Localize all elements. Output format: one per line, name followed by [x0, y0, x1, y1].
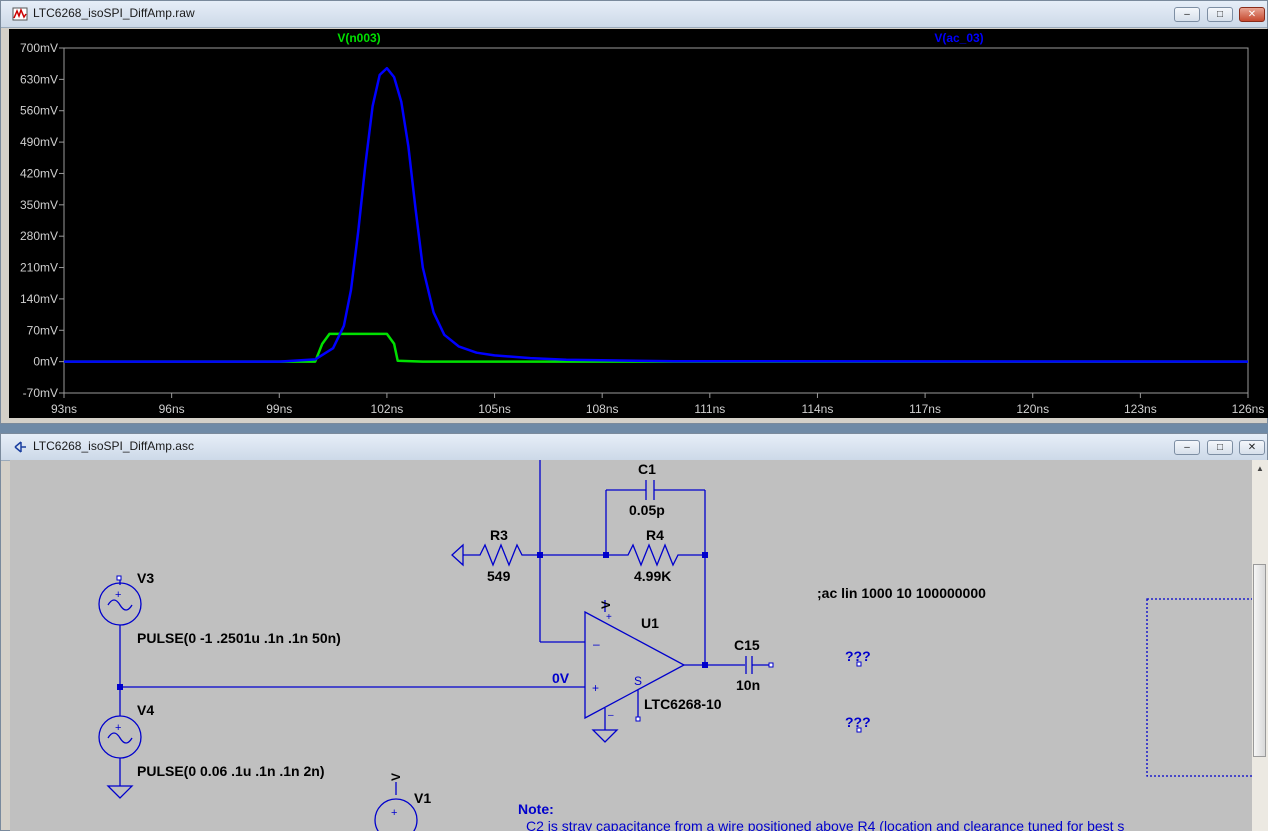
- schematic-drawing[interactable]: – + + – S + + + V V C1 0.05p R3 549 R4 4…: [10, 460, 1252, 831]
- minimize-button[interactable]: –: [1174, 7, 1200, 22]
- waveform-plot-pane[interactable]: 700mV 630mV 560mV 490mV 420mV 350mV 280mV 210mV…: [9, 29, 1268, 418]
- series-line-V(n003): [64, 332, 1248, 363]
- maximize-button[interactable]: □: [1207, 440, 1233, 455]
- v3-name: V3: [137, 570, 154, 586]
- y-tick-label: 0mV: [33, 355, 58, 369]
- y-tick-label: 560mV: [20, 104, 58, 118]
- y-tick-label: 350mV: [20, 198, 58, 212]
- opamp-supply-label: V: [599, 601, 613, 609]
- x-tick-label: 111ns: [694, 402, 725, 416]
- r4-value: 4.99K: [634, 568, 671, 584]
- u1-name: U1: [641, 615, 659, 631]
- schematic-app-icon: [14, 441, 26, 453]
- x-tick-label: 93ns: [51, 402, 77, 416]
- note-title[interactable]: Note:: [518, 801, 554, 817]
- waveform-app-icon: [12, 7, 28, 21]
- y-tick-label: 210mV: [20, 261, 58, 275]
- v1-supply-label: V: [389, 773, 403, 781]
- v3-value: PULSE(0 -1 .2501u .1n .1n 50n): [137, 630, 341, 646]
- r4-name: R4: [646, 527, 664, 543]
- schematic-vertical-scrollbar[interactable]: ▲: [1252, 460, 1268, 831]
- x-tick-label: 102ns: [371, 402, 404, 416]
- minimize-button[interactable]: –: [1174, 440, 1200, 455]
- unknown-symbol-label[interactable]: ???: [845, 714, 871, 730]
- x-tick-label: 108ns: [586, 402, 619, 416]
- c15-name: C15: [734, 637, 760, 653]
- y-tick-label: 420mV: [20, 166, 58, 180]
- plot-window-titlebar[interactable]: LTC6268_isoSPI_DiffAmp.raw – □ ✕: [1, 1, 1267, 28]
- y-tick-label: 140mV: [20, 292, 58, 306]
- series-line-V(ac_03): [64, 66, 1249, 363]
- x-tick-label: 120ns: [1016, 402, 1049, 416]
- v4-value: PULSE(0 0.06 .1u .1n .1n 2n): [137, 763, 325, 779]
- opamp-supply-minus-label: –: [608, 710, 614, 721]
- c15-value: 10n: [736, 677, 760, 693]
- y-tick-label: 70mV: [27, 323, 58, 337]
- y-tick-label: -70mV: [23, 386, 58, 400]
- note-text[interactable]: C2 is stray capacitance from a wire posi…: [526, 818, 1124, 831]
- x-tick-label: 114ns: [802, 402, 834, 416]
- y-tick-label: 280mV: [20, 229, 58, 243]
- waveform-chart[interactable]: 700mV 630mV 560mV 490mV 420mV 350mV 280mV 210mV…: [9, 29, 1268, 418]
- x-tick-label: 126ns: [1232, 402, 1265, 416]
- y-tick-label: 700mV: [20, 41, 58, 55]
- close-button[interactable]: ✕: [1239, 440, 1265, 455]
- v3-plus-label: +: [115, 589, 121, 601]
- opamp-supply-plus-label: +: [606, 612, 612, 623]
- schematic-window-title: LTC6268_isoSPI_DiffAmp.asc: [33, 439, 194, 453]
- plot-frame: [63, 47, 1249, 394]
- unknown-symbol-label[interactable]: ???: [845, 648, 871, 664]
- opamp-shdn-pin-label: S: [634, 674, 642, 688]
- r3-name: R3: [490, 527, 508, 543]
- v1-name: V1: [414, 790, 431, 806]
- v1-plus-label: +: [391, 807, 397, 819]
- x-tick-label: 99ns: [266, 402, 292, 416]
- legend-entry: V(ac_03): [934, 31, 983, 45]
- net-label-0v[interactable]: 0V: [552, 670, 570, 686]
- scroll-up-arrow-icon[interactable]: ▲: [1255, 464, 1265, 474]
- close-button[interactable]: ✕: [1239, 7, 1265, 22]
- spice-directive[interactable]: ;ac lin 1000 10 100000000: [817, 585, 986, 601]
- x-tick-label: 117ns: [909, 402, 941, 416]
- x-tick-label: 105ns: [478, 402, 511, 416]
- u1-value: LTC6268-10: [644, 696, 722, 712]
- scrollbar-thumb[interactable]: [1253, 564, 1266, 757]
- c1-value: 0.05p: [629, 502, 665, 518]
- maximize-button[interactable]: □: [1207, 7, 1233, 22]
- c1-name: C1: [638, 461, 656, 477]
- plot-window-title: LTC6268_isoSPI_DiffAmp.raw: [33, 6, 195, 20]
- schematic-canvas[interactable]: – + + – S + + + V V C1 0.05p R3 549 R4 4…: [10, 460, 1252, 831]
- opamp-plus-pin-label: +: [592, 681, 599, 695]
- y-tick-label: 630mV: [20, 72, 58, 86]
- legend-entry: V(n003): [337, 31, 380, 45]
- r3-value: 549: [487, 568, 511, 584]
- opamp-minus-pin-label: –: [593, 637, 600, 651]
- x-tick-label: 123ns: [1124, 402, 1157, 416]
- schematic-window-titlebar[interactable]: LTC6268_isoSPI_DiffAmp.asc – □ ✕: [1, 434, 1267, 461]
- v4-name: V4: [137, 702, 154, 718]
- x-tick-label: 96ns: [159, 402, 185, 416]
- v4-plus-label: +: [115, 722, 121, 734]
- y-tick-label: 490mV: [20, 135, 58, 149]
